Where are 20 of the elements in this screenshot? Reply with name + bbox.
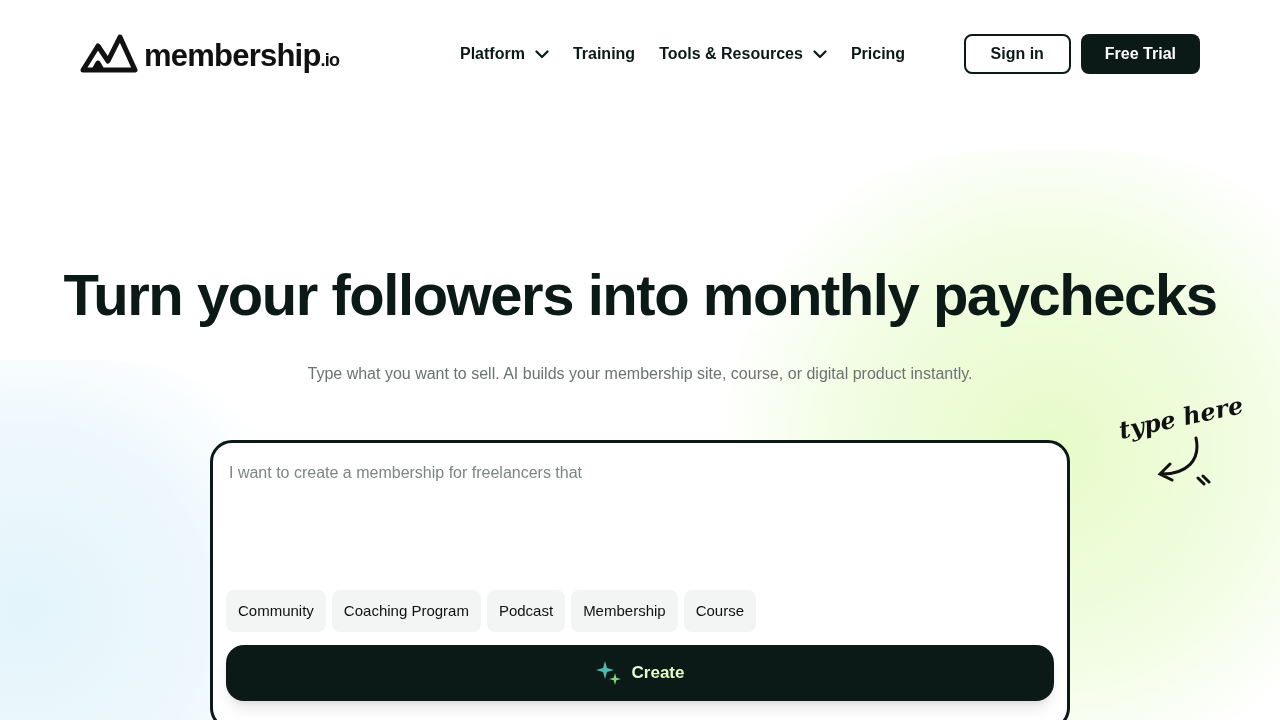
- create-button[interactable]: Create: [226, 645, 1054, 701]
- suggestion-chip[interactable]: Course: [683, 590, 756, 632]
- suggestion-chip[interactable]: Podcast: [486, 590, 566, 632]
- chevron-down-icon: [812, 49, 827, 59]
- handwritten-hint: type here: [1115, 389, 1247, 447]
- nav-dropdown[interactable]: Platform: [460, 42, 549, 66]
- free-trial-button[interactable]: Free Trial: [1080, 34, 1200, 74]
- hero-subtitle: Type what you want to sell. AI builds your membership site, course, or digital product instantly.: [307, 364, 973, 384]
- chevron-down-icon: [534, 49, 549, 59]
- nav-link[interactable]: Training: [572, 42, 636, 66]
- nav-dropdown[interactable]: Tools & Resources: [659, 42, 827, 66]
- prompt-input-field[interactable]: I want to create a membership for freelancers that Community Coaching Program Podcast Membership Course Create: [210, 440, 1070, 720]
- sparkle-icon: [595, 660, 622, 686]
- suggestion-chip[interactable]: Coaching Program: [331, 590, 481, 632]
- suggestion-chip[interactable]: Community: [226, 590, 326, 632]
- nav-link[interactable]: Pricing: [850, 42, 906, 66]
- sign-in-button[interactable]: Sign in: [963, 34, 1071, 74]
- suggestion-chip[interactable]: Membership: [571, 590, 678, 632]
- logo-wordmark[interactable]: membership.io: [144, 40, 340, 71]
- mountain-logo-icon[interactable]: [80, 33, 138, 73]
